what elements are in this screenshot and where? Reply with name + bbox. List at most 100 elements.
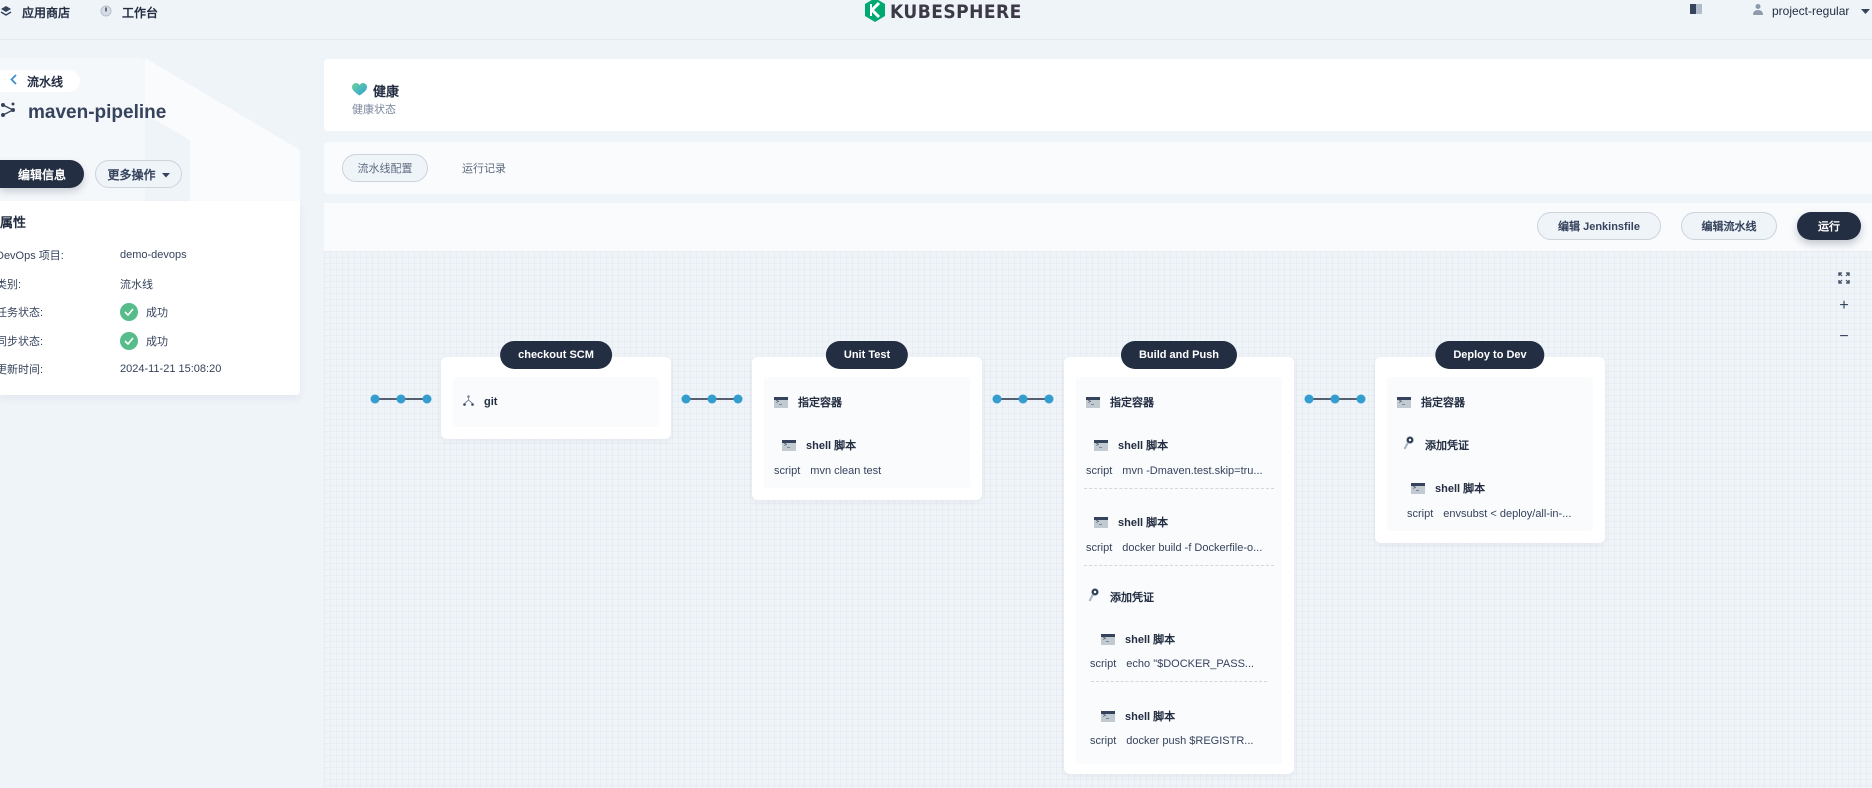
prop-devops-project: DevOps 项目: demo-devops bbox=[0, 245, 187, 265]
stage-deploy-to-dev[interactable]: Deploy to Dev 指定容器 添加凭证 shell 脚本 scripte… bbox=[1375, 341, 1605, 543]
prop-label: 同步状态: bbox=[0, 336, 44, 348]
kubesphere-logo[interactable]: KUBESPHERE bbox=[864, 0, 1036, 24]
properties-title: 属性 bbox=[0, 215, 27, 230]
prop-value: 流水线 bbox=[120, 279, 153, 291]
step-script: script envsubst < deploy/all-in-... bbox=[1407, 508, 1571, 520]
health-card: 健康 健康状态 bbox=[324, 59, 1872, 131]
health-title: 健康 bbox=[352, 81, 399, 100]
fit-screen-button[interactable] bbox=[1834, 271, 1854, 289]
fullscreen-icon bbox=[1838, 271, 1850, 288]
step-label: 添加凭证 bbox=[1425, 439, 1469, 452]
terminal-icon bbox=[1094, 439, 1108, 451]
tab-run-records[interactable]: 运行记录 bbox=[454, 154, 514, 182]
success-check-icon bbox=[120, 303, 138, 321]
user-menu[interactable]: project-regular bbox=[1752, 3, 1871, 18]
terminal-icon bbox=[1086, 396, 1100, 408]
more-actions-button[interactable]: 更多操作 bbox=[95, 160, 182, 188]
prop-value: 成功 bbox=[120, 303, 168, 321]
step-label: shell 脚本 bbox=[1118, 517, 1169, 529]
step-label: 指定容器 bbox=[798, 397, 842, 409]
edit-info-button[interactable]: 编辑信息 bbox=[0, 160, 84, 188]
step-label: 添加凭证 bbox=[1110, 591, 1154, 604]
step-shell[interactable]: shell 脚本 bbox=[1101, 631, 1175, 647]
terminal-icon bbox=[774, 396, 788, 408]
step-shell[interactable]: shell 脚本 bbox=[782, 437, 856, 453]
nav-workbench-label: 工作台 bbox=[122, 5, 159, 20]
script-value: docker build -f Dockerfile-o... bbox=[1122, 542, 1263, 554]
script-value: docker push $REGISTR... bbox=[1126, 735, 1254, 747]
stage-steps: 指定容器 shell 脚本 script mvn -Dmaven.test.ski… bbox=[1076, 377, 1282, 764]
prop-value: 2024-11-21 15:08:20 bbox=[120, 363, 222, 375]
health-status: 健康 bbox=[373, 84, 400, 99]
stage-checkout-scm[interactable]: checkout SCM git bbox=[441, 341, 671, 439]
zoom-in-button[interactable]: + bbox=[1834, 297, 1854, 315]
properties-card: 属性 DevOps 项目: demo-devops 类别: 流水线 任务状态: … bbox=[0, 201, 300, 395]
stage-title[interactable]: Build and Push bbox=[1120, 341, 1238, 369]
stage-steps: 指定容器 添加凭证 shell 脚本 script envsubst < depl… bbox=[1387, 377, 1593, 531]
step-label: shell 脚本 bbox=[1435, 483, 1486, 495]
tab-pipeline-config[interactable]: 流水线配置 bbox=[342, 154, 428, 182]
kubesphere-logo-icon bbox=[864, 0, 886, 27]
status-text: 成功 bbox=[146, 336, 168, 348]
edit-pipeline-button[interactable]: 编辑流水线 bbox=[1681, 212, 1777, 240]
step-container[interactable]: 指定容器 bbox=[1397, 394, 1465, 410]
stage-title[interactable]: Deploy to Dev bbox=[1435, 341, 1545, 369]
terminal-icon bbox=[1094, 516, 1108, 528]
stage-title[interactable]: checkout SCM bbox=[500, 341, 612, 369]
step-shell[interactable]: shell 脚本 bbox=[1094, 514, 1168, 530]
dashboard-icon bbox=[100, 5, 112, 20]
step-credential[interactable]: 添加凭证 bbox=[1403, 436, 1469, 453]
prop-label: DevOps 项目: bbox=[0, 250, 64, 262]
terminal-icon bbox=[1411, 482, 1425, 494]
stage-connector bbox=[370, 394, 432, 404]
prop-type: 类别: 流水线 bbox=[0, 274, 153, 294]
stage-title[interactable]: Unit Test bbox=[825, 341, 909, 369]
step-container[interactable]: 指定容器 bbox=[1086, 394, 1154, 410]
terminal-icon bbox=[1101, 633, 1115, 645]
step-divider bbox=[1084, 488, 1274, 489]
back-to-pipelines[interactable]: 流水线 bbox=[0, 70, 80, 92]
script-value: mvn clean test bbox=[810, 465, 882, 477]
docs-button[interactable] bbox=[1690, 3, 1702, 17]
pipeline-toolbar: 编辑 Jenkinsfile 编辑流水线 运行 bbox=[324, 203, 1872, 251]
step-divider bbox=[1091, 681, 1267, 682]
heart-icon bbox=[352, 82, 367, 99]
health-subtitle: 健康状态 bbox=[352, 104, 396, 116]
terminal-icon bbox=[1101, 710, 1115, 722]
key-icon bbox=[1403, 436, 1415, 453]
git-branch-icon bbox=[463, 395, 474, 409]
step-script: script mvn -Dmaven.test.skip=tru... bbox=[1086, 465, 1263, 477]
step-label: 指定容器 bbox=[1421, 397, 1465, 409]
caret-down-icon bbox=[1861, 4, 1871, 18]
prop-label: 任务状态: bbox=[0, 307, 44, 319]
user-icon bbox=[1752, 3, 1764, 18]
stage-connector bbox=[992, 394, 1054, 404]
step-label: shell 脚本 bbox=[1125, 634, 1176, 646]
zoom-out-button[interactable]: − bbox=[1834, 328, 1854, 346]
step-script: script echo "$DOCKER_PASS... bbox=[1090, 658, 1254, 670]
prop-value: 成功 bbox=[120, 332, 168, 350]
nav-app-store[interactable]: 应用商店 bbox=[0, 4, 70, 20]
stage-build-and-push[interactable]: Build and Push 指定容器 shell 脚本 script mvn -… bbox=[1064, 341, 1294, 774]
step-label: shell 脚本 bbox=[1118, 440, 1169, 452]
step-container[interactable]: 指定容器 bbox=[774, 394, 842, 410]
edit-jenkinsfile-button[interactable]: 编辑 Jenkinsfile bbox=[1537, 212, 1661, 240]
step-shell[interactable]: shell 脚本 bbox=[1411, 480, 1485, 496]
step-credential[interactable]: 添加凭证 bbox=[1088, 588, 1154, 605]
run-button[interactable]: 运行 bbox=[1797, 212, 1861, 240]
pipeline-canvas[interactable]: + − checkout SCM git Unit Test 指定容器 shel… bbox=[324, 251, 1872, 788]
layers-icon bbox=[0, 5, 12, 20]
stage-connector bbox=[1304, 394, 1366, 404]
step-label: shell 脚本 bbox=[806, 440, 857, 452]
top-navigation: 应用商店 工作台 KUBESPHERE project-regular bbox=[0, 0, 1872, 40]
script-value: envsubst < deploy/all-in-... bbox=[1443, 508, 1572, 520]
prop-label: 更新时间: bbox=[0, 364, 44, 376]
step-git[interactable]: git bbox=[463, 395, 497, 409]
prop-task-status: 任务状态: 成功 bbox=[0, 302, 168, 322]
step-shell[interactable]: shell 脚本 bbox=[1101, 708, 1175, 724]
step-shell[interactable]: shell 脚本 bbox=[1094, 437, 1168, 453]
stage-unit-test[interactable]: Unit Test 指定容器 shell 脚本 script mvn clean … bbox=[752, 341, 982, 500]
prop-label: 类别: bbox=[0, 279, 22, 291]
caret-down-icon bbox=[161, 167, 170, 181]
nav-workbench[interactable]: 工作台 bbox=[100, 4, 158, 20]
